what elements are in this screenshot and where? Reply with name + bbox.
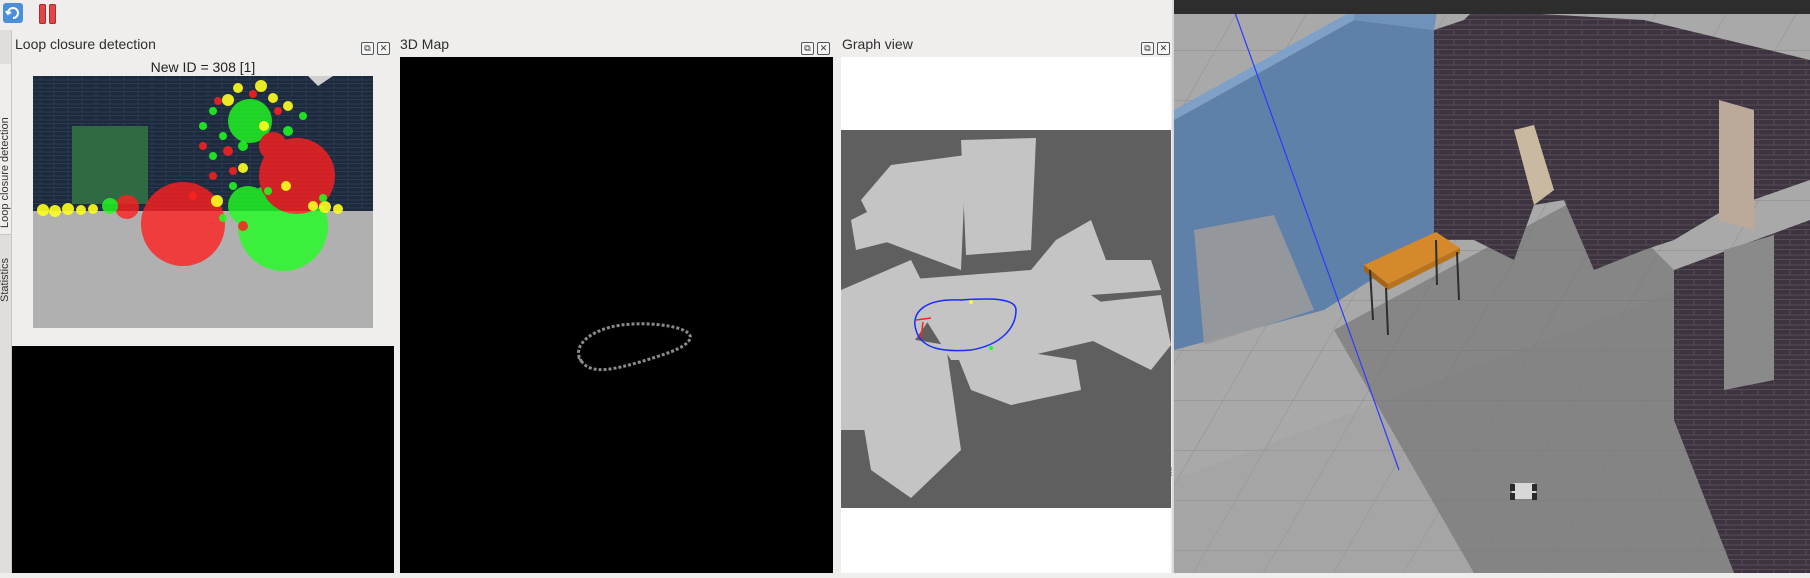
pause-icon [39,4,46,24]
float-icon[interactable]: ⧉ [801,42,814,55]
float-icon[interactable]: ⧉ [361,42,374,55]
close-icon[interactable]: ✕ [1157,42,1170,55]
close-icon[interactable]: ✕ [817,42,830,55]
map3d-dock-buttons: ⧉ ✕ [798,38,830,56]
new-id-label: New ID = 308 [1] [150,59,256,75]
loop-closure-title: Loop closure detection [15,36,156,52]
loop-closure-image-secondary [12,346,394,573]
float-icon[interactable]: ⧉ [1141,42,1154,55]
map3d-canvas[interactable] [400,57,833,573]
main-toolbar [0,0,1172,30]
refresh-icon [3,3,23,23]
tab-loop-closure[interactable]: Loop closure detection [0,64,11,235]
vertical-tab-strip: Loop closure detection Statistics [0,30,12,573]
tab-loop-closure-label: Loop closure detection [0,117,11,228]
pause-icon-bar [49,4,56,24]
tab-statistics[interactable]: Statistics [0,236,11,306]
pause-button[interactable] [37,2,59,24]
robot-model [1510,483,1537,500]
graph-dock-buttons: ⧉ ✕ [1138,38,1170,56]
gazebo-toolbar[interactable] [1174,0,1810,14]
map3d-title: 3D Map [400,36,450,52]
tab-statistics-label: Statistics [0,257,11,302]
loop-dock-buttons: ⧉ ✕ [358,38,390,56]
graph-view-title: Graph view [842,36,913,52]
close-icon[interactable]: ✕ [377,42,390,55]
graph-view-canvas[interactable] [841,130,1171,508]
gazebo-view[interactable] [1174,0,1810,573]
refresh-button[interactable] [2,2,24,24]
loop-closure-image [33,76,373,328]
